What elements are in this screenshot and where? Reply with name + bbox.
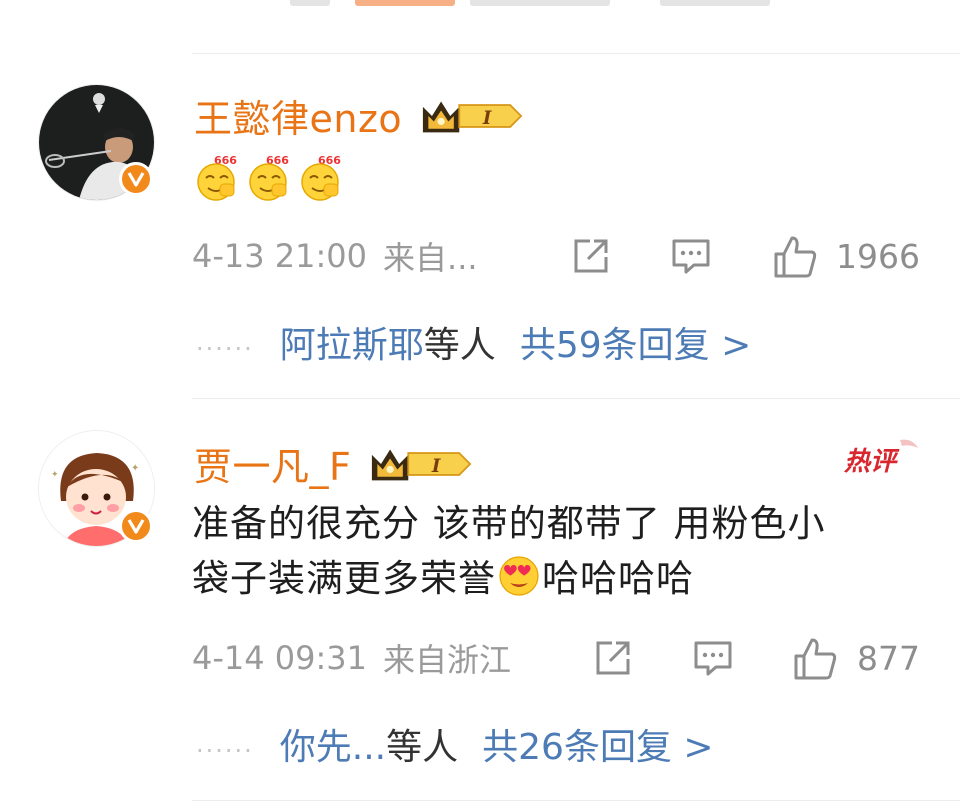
reply-total-link[interactable]: 共26条回复 > (482, 718, 713, 770)
reply-etc: 等人 (423, 325, 496, 366)
comment-time: 4-14 09:31 (192, 639, 368, 677)
verified-v-icon (119, 162, 153, 196)
reply-summary[interactable]: ...... 阿拉斯耶 等人 共59条回复 > (196, 318, 751, 366)
reply-names[interactable]: 阿拉斯耶 (280, 316, 424, 368)
comment-icon[interactable] (692, 637, 734, 679)
comment-line-2-part-a: 袋子装满更多荣誉 (192, 557, 496, 600)
share-icon[interactable] (592, 637, 634, 679)
reply-etc: 等人 (386, 727, 459, 768)
hot-comment-tag: 热评 (843, 439, 918, 477)
666-emoji-icon: 666 (249, 154, 289, 201)
like-icon[interactable] (772, 234, 818, 280)
divider (192, 53, 960, 54)
emoji-row: 666 666 666 (194, 152, 344, 202)
svg-text:✦: ✦ (51, 470, 59, 480)
comment-line-1: 准备的很充分 该带的都带了 用粉色小 (192, 502, 826, 545)
like-count: 877 (857, 638, 920, 678)
comment-line-2: 袋子装满更多荣誉 哈哈哈哈 (192, 551, 912, 606)
666-emoji-icon: 666 (197, 154, 237, 201)
crown-badge-icon: I (372, 448, 472, 480)
reply-names[interactable]: 你先... (280, 718, 386, 770)
username[interactable]: 王懿律enzo (194, 88, 402, 143)
comment-meta: 4-14 09:31 来自浙江 877 (192, 636, 920, 680)
crown-badge-icon: I (423, 100, 523, 132)
666-emoji-icon: 666 (301, 154, 341, 201)
reply-summary[interactable]: ...... 你先... 等人 共26条回复 > (196, 720, 714, 768)
comment-source: 来自浙江 (383, 641, 512, 679)
comment-icon[interactable] (670, 235, 712, 277)
divider (192, 398, 960, 399)
svg-text:✦: ✦ (131, 463, 139, 474)
hot-label: 热评 (843, 447, 900, 477)
comment-meta: 4-13 21:00 来自... 1966 (192, 234, 920, 278)
comment-source: 来自... (383, 239, 478, 277)
divider (192, 800, 960, 801)
reply-dots: ...... (196, 730, 254, 758)
reply-dots: ...... (196, 328, 254, 356)
badge-level: I (482, 108, 492, 129)
share-icon[interactable] (570, 235, 612, 277)
previous-content-strip (0, 0, 960, 14)
like-count: 1966 (836, 236, 920, 276)
reply-total-link[interactable]: 共59条回复 > (520, 316, 751, 368)
comment-time: 4-13 21:00 (192, 237, 368, 275)
comment-text: 准备的很充分 该带的都带了 用粉色小 袋子装满更多荣誉 哈哈哈哈 (192, 496, 912, 606)
username[interactable]: 贾一凡_F (194, 436, 351, 491)
like-icon[interactable] (792, 636, 838, 682)
heart-eyes-emoji-icon (499, 556, 539, 596)
comment-line-2-part-b: 哈哈哈哈 (542, 557, 694, 600)
badge-level: I (431, 456, 441, 477)
verified-v-icon (119, 509, 153, 543)
